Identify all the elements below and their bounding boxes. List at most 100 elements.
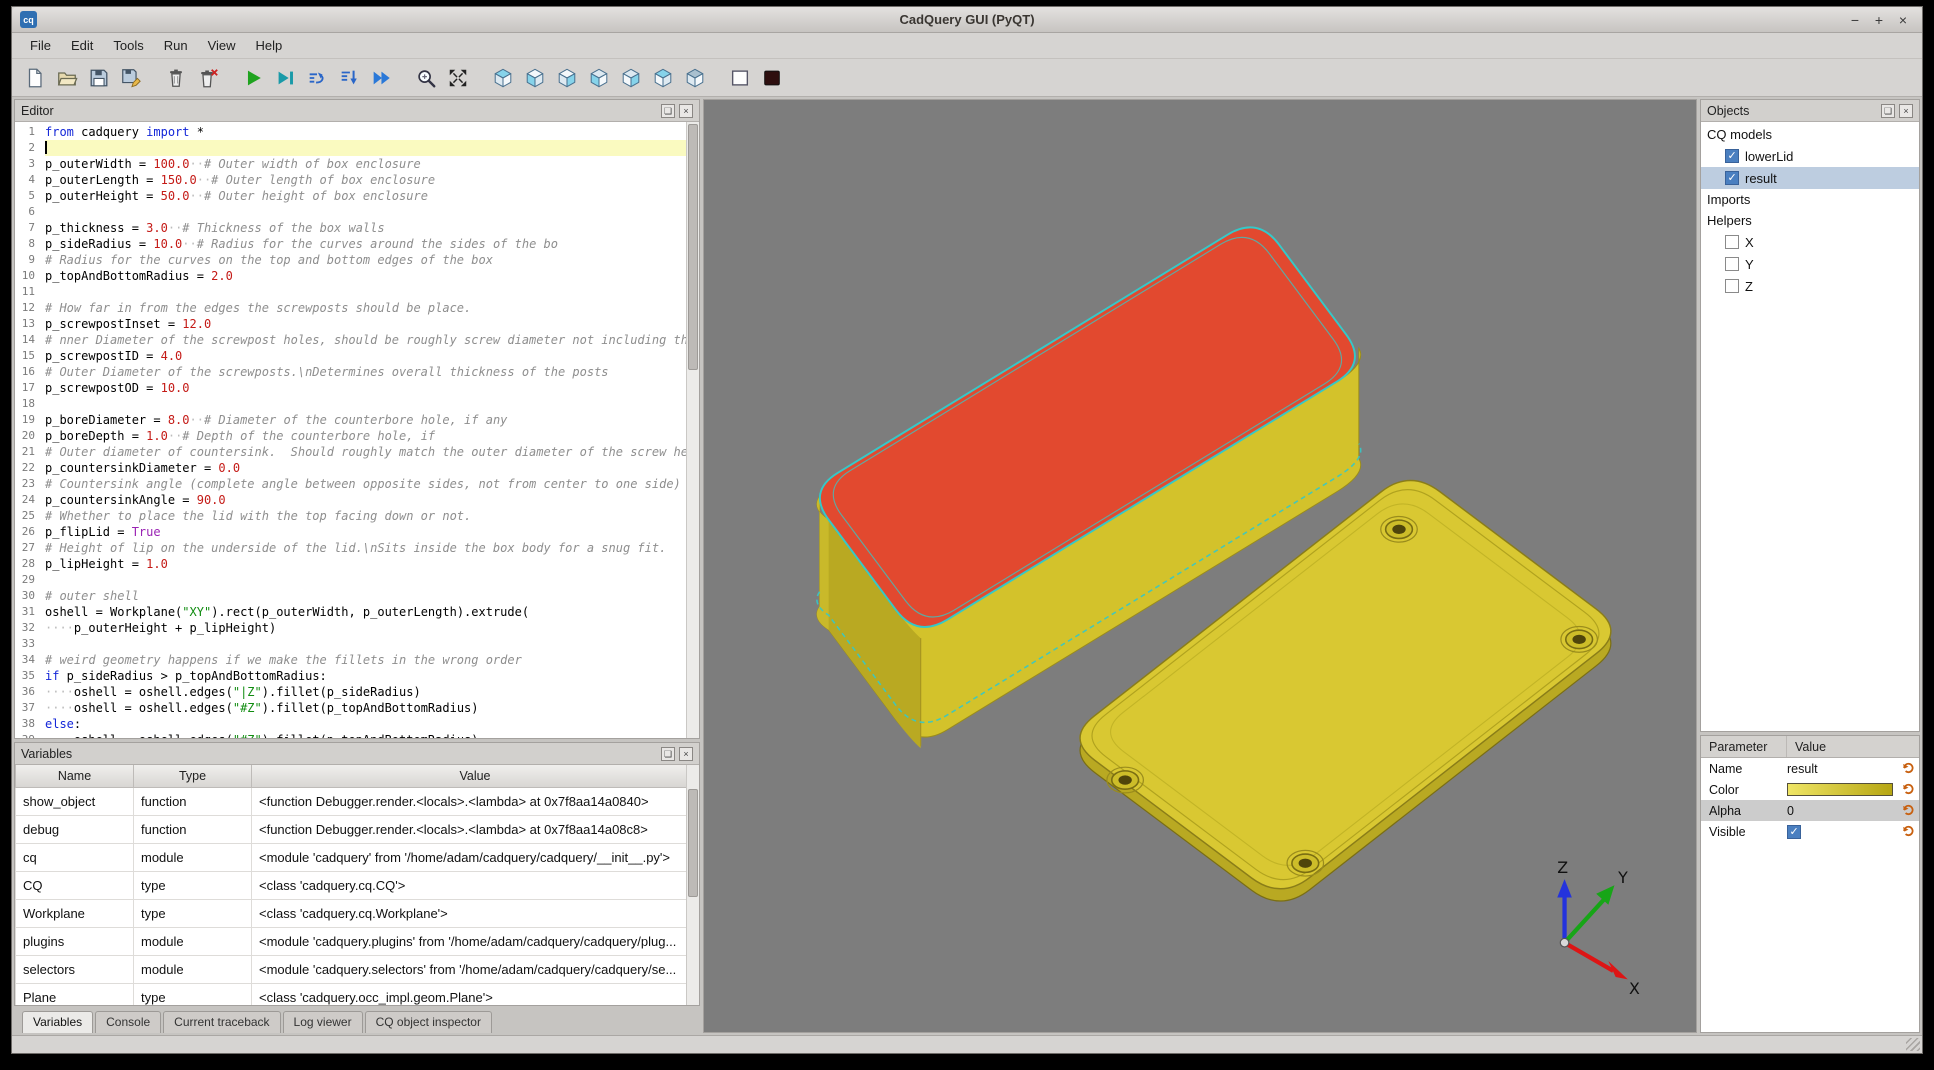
- variables-column-header[interactable]: Type: [134, 765, 252, 787]
- menu-view[interactable]: View: [198, 35, 246, 56]
- fit-all-button[interactable]: [443, 63, 472, 92]
- code-line[interactable]: 14# nner Diameter of the screwpost holes…: [15, 332, 699, 348]
- code-line[interactable]: 31oshell = Workplane("XY").rect(p_outerW…: [15, 604, 699, 620]
- resize-grip[interactable]: [1906, 1038, 1920, 1051]
- code-line[interactable]: 35if p_sideRadius > p_topAndBottomRadius…: [15, 668, 699, 684]
- new-file-button[interactable]: [20, 63, 49, 92]
- tree-item-x[interactable]: X: [1701, 231, 1919, 253]
- continue-run-button[interactable]: [366, 63, 395, 92]
- tree-item-result[interactable]: result: [1701, 167, 1919, 189]
- reset-button[interactable]: [1901, 824, 1915, 838]
- visibility-checkbox[interactable]: [1725, 279, 1739, 293]
- view-back-button[interactable]: [552, 63, 581, 92]
- variable-row[interactable]: selectorsmodule<module 'cadquery.selecto…: [16, 955, 699, 983]
- code-line[interactable]: 27# Height of lip on the underside of th…: [15, 540, 699, 556]
- float-panel-icon[interactable]: ❏: [661, 747, 675, 761]
- variable-row[interactable]: pluginsmodule<module 'cadquery.plugins' …: [16, 927, 699, 955]
- code-line[interactable]: 36····oshell = oshell.edges("|Z").fillet…: [15, 684, 699, 700]
- step-into-button[interactable]: [334, 63, 363, 92]
- view-axonometric-button[interactable]: [488, 63, 517, 92]
- view-front-button[interactable]: [520, 63, 549, 92]
- menu-edit[interactable]: Edit: [61, 35, 103, 56]
- parameter-row-name[interactable]: Nameresult: [1701, 758, 1919, 779]
- visibility-checkbox[interactable]: [1725, 149, 1739, 163]
- menu-help[interactable]: Help: [246, 35, 293, 56]
- maximize-button[interactable]: +: [1870, 11, 1888, 29]
- code-line[interactable]: 29: [15, 572, 699, 588]
- variable-row[interactable]: debugfunction<function Debugger.render.<…: [16, 815, 699, 843]
- code-line[interactable]: 13p_screwpostInset = 12.0: [15, 316, 699, 332]
- close-panel-icon[interactable]: ×: [679, 747, 693, 761]
- code-line[interactable]: 20p_boreDepth = 1.0··# Depth of the coun…: [15, 428, 699, 444]
- code-line[interactable]: 25# Whether to place the lid with the to…: [15, 508, 699, 524]
- code-line[interactable]: 26p_flipLid = True: [15, 524, 699, 540]
- view-right-button[interactable]: [616, 63, 645, 92]
- visible-checkbox[interactable]: [1787, 825, 1801, 839]
- zoom-to-fit-button[interactable]: [411, 63, 440, 92]
- close-button[interactable]: ×: [1894, 11, 1912, 29]
- code-line[interactable]: 15p_screwpostID = 4.0: [15, 348, 699, 364]
- code-line[interactable]: 32····p_outerHeight + p_lipHeight): [15, 620, 699, 636]
- code-line[interactable]: 1from cadquery import *: [15, 124, 699, 140]
- visibility-checkbox[interactable]: [1725, 235, 1739, 249]
- tab-cq-object-inspector[interactable]: CQ object inspector: [365, 1011, 492, 1033]
- code-line[interactable]: 3p_outerWidth = 100.0··# Outer width of …: [15, 156, 699, 172]
- code-line[interactable]: 9# Radius for the curves on the top and …: [15, 252, 699, 268]
- parameter-row-color[interactable]: Color: [1701, 779, 1919, 800]
- parameter-value[interactable]: result: [1787, 762, 1919, 776]
- code-line[interactable]: 24p_countersinkAngle = 90.0: [15, 492, 699, 508]
- variables-column-header[interactable]: Value: [252, 765, 699, 787]
- code-line[interactable]: 30# outer shell: [15, 588, 699, 604]
- open-file-button[interactable]: [52, 63, 81, 92]
- view-top-button[interactable]: [648, 63, 677, 92]
- code-line[interactable]: 2: [15, 140, 699, 156]
- code-editor[interactable]: 1from cadquery import *23p_outerWidth = …: [15, 122, 699, 738]
- code-line[interactable]: 17p_screwpostOD = 10.0: [15, 380, 699, 396]
- reset-button[interactable]: [1901, 761, 1915, 775]
- visibility-checkbox[interactable]: [1725, 171, 1739, 185]
- variable-row[interactable]: CQtype<class 'cadquery.cq.CQ'>: [16, 871, 699, 899]
- code-line[interactable]: 28p_lipHeight = 1.0: [15, 556, 699, 572]
- variable-row[interactable]: show_objectfunction<function Debugger.re…: [16, 787, 699, 815]
- viewport-3d[interactable]: Z Y X: [703, 99, 1697, 1033]
- visibility-checkbox[interactable]: [1725, 257, 1739, 271]
- save-file-button[interactable]: [84, 63, 113, 92]
- code-line[interactable]: 21# Outer diameter of countersink. Shoul…: [15, 444, 699, 460]
- titlebar[interactable]: cq CadQuery GUI (PyQT) −+×: [12, 7, 1922, 33]
- tree-group-cq-models[interactable]: CQ models: [1701, 124, 1919, 145]
- 3d-scene[interactable]: Z Y X: [704, 100, 1696, 1032]
- code-line[interactable]: 18: [15, 396, 699, 412]
- parameter-row-visible[interactable]: Visible: [1701, 821, 1919, 842]
- color-swatch[interactable]: [1787, 783, 1893, 796]
- delete-all-button[interactable]: [193, 63, 222, 92]
- menu-tools[interactable]: Tools: [103, 35, 153, 56]
- save-as-button[interactable]: [116, 63, 145, 92]
- close-panel-icon[interactable]: ×: [679, 104, 693, 118]
- code-line[interactable]: 34# weird geometry happens if we make th…: [15, 652, 699, 668]
- tab-console[interactable]: Console: [95, 1011, 161, 1033]
- code-line[interactable]: 5p_outerHeight = 50.0··# Outer height of…: [15, 188, 699, 204]
- float-panel-icon[interactable]: ❏: [661, 104, 675, 118]
- code-line[interactable]: 22p_countersinkDiameter = 0.0: [15, 460, 699, 476]
- code-line[interactable]: 6: [15, 204, 699, 220]
- minimize-button[interactable]: −: [1846, 11, 1864, 29]
- code-line[interactable]: 23# Countersink angle (complete angle be…: [15, 476, 699, 492]
- toggle-shaded-button[interactable]: [757, 63, 786, 92]
- view-left-button[interactable]: [584, 63, 613, 92]
- toggle-wireframe-button[interactable]: [725, 63, 754, 92]
- code-line[interactable]: 10p_topAndBottomRadius = 2.0: [15, 268, 699, 284]
- code-line[interactable]: 33: [15, 636, 699, 652]
- editor-scrollbar[interactable]: [686, 122, 699, 738]
- tab-log-viewer[interactable]: Log viewer: [283, 1011, 363, 1033]
- tab-current-traceback[interactable]: Current traceback: [163, 1011, 280, 1033]
- parameter-row-alpha[interactable]: Alpha0: [1701, 800, 1919, 821]
- code-line[interactable]: 4p_outerLength = 150.0··# Outer length o…: [15, 172, 699, 188]
- parameter-value[interactable]: [1787, 783, 1919, 796]
- variable-row[interactable]: Workplanetype<class 'cadquery.cq.Workpla…: [16, 899, 699, 927]
- code-line[interactable]: 11: [15, 284, 699, 300]
- variable-row[interactable]: cqmodule<module 'cadquery' from '/home/a…: [16, 843, 699, 871]
- tree-item-z[interactable]: Z: [1701, 275, 1919, 297]
- variables-column-header[interactable]: Name: [16, 765, 134, 787]
- variable-row[interactable]: Planetype<class 'cadquery.occ_impl.geom.…: [16, 983, 699, 1005]
- code-line[interactable]: 12# How far in from the edges the screwp…: [15, 300, 699, 316]
